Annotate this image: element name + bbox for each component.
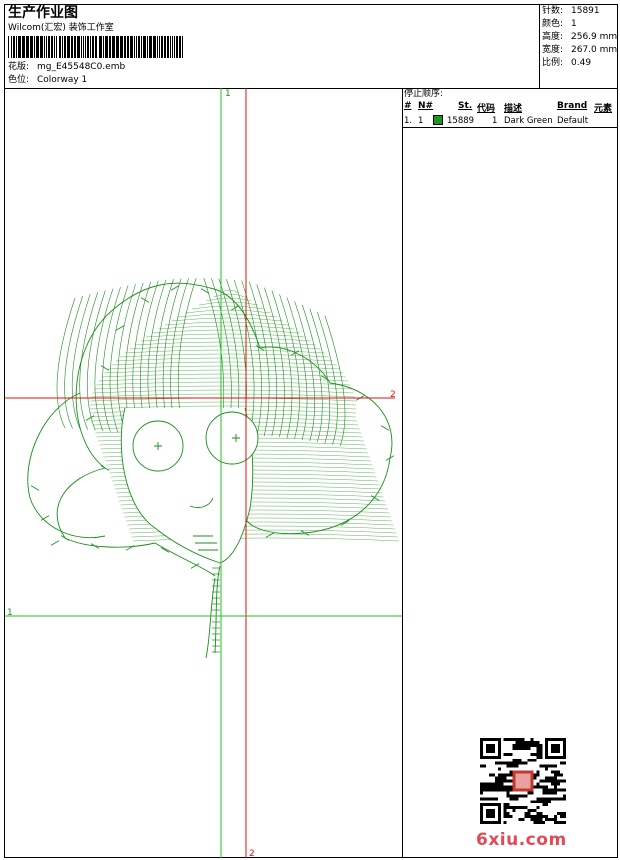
embroidery-design [27,277,400,659]
stop-row-brand: Default [557,116,589,126]
stitches-value: 15891 [571,6,600,16]
col-header-code: 代码 [477,104,496,114]
width-label: 宽度: [542,45,564,55]
col-header-description: 描述 [504,104,523,114]
stop-row-stitches: 15889 [447,116,475,126]
stop-sequence-title: 停止顺序: [404,89,444,99]
header-divider [539,4,540,88]
col-header-st: St. [458,101,473,111]
colors-label: 颜色: [542,19,564,29]
page-title: 生产作业图 [8,5,78,21]
colorway-label: 色位: [8,75,30,85]
height-label: 高度: [542,32,564,42]
width-value: 267.0 mm [571,45,618,55]
height-value: 256.9 mm [571,32,618,42]
scale-value: 0.49 [571,58,592,68]
panel-divider [402,88,403,858]
scale-label: 比例: [542,58,564,68]
guide-label-top: 1 [225,89,231,99]
qr-code-icon [480,738,566,824]
guide-label-right: 2 [390,390,396,400]
stop-row-number: 1. [404,116,413,126]
stitches-label: 针数: [542,6,564,16]
stop-row-code: 1 [492,116,498,126]
thread-color-swatch [433,115,443,125]
design-label: 花版: [8,62,30,72]
barcode-icon [8,36,183,58]
col-header-element: 元素 [594,104,613,114]
design-value: mg_E45548C0.emb [37,62,126,72]
guide-label-left: 1 [7,608,13,618]
colorway-value: Colorway 1 [37,75,88,85]
watermark-text: 6xiu.com [476,830,567,850]
company-name: Wilcom(汇宏) 装饰工作室 [8,23,114,33]
panel-table-rule [402,127,618,128]
design-canvas: 1 2 1 2 [5,88,402,858]
colors-value: 1 [571,19,577,29]
col-header-n: N# [418,101,434,111]
guide-label-bottom: 2 [249,849,255,858]
col-header-brand: Brand [557,101,588,111]
col-header-hash: # [404,101,412,111]
stop-row-description: Dark Green [504,116,553,126]
stop-row-needle: 1 [418,116,424,126]
